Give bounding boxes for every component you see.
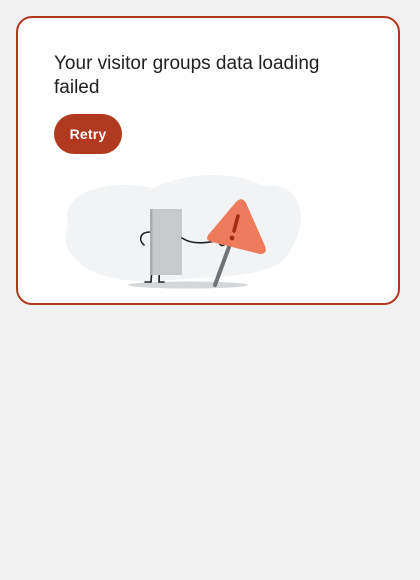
retry-button[interactable]: Retry: [54, 114, 122, 154]
error-card: Your visitor groups data loading failed …: [16, 16, 400, 305]
error-illustration-icon: [65, 174, 301, 289]
error-title: Your visitor groups data loading failed: [54, 53, 320, 98]
